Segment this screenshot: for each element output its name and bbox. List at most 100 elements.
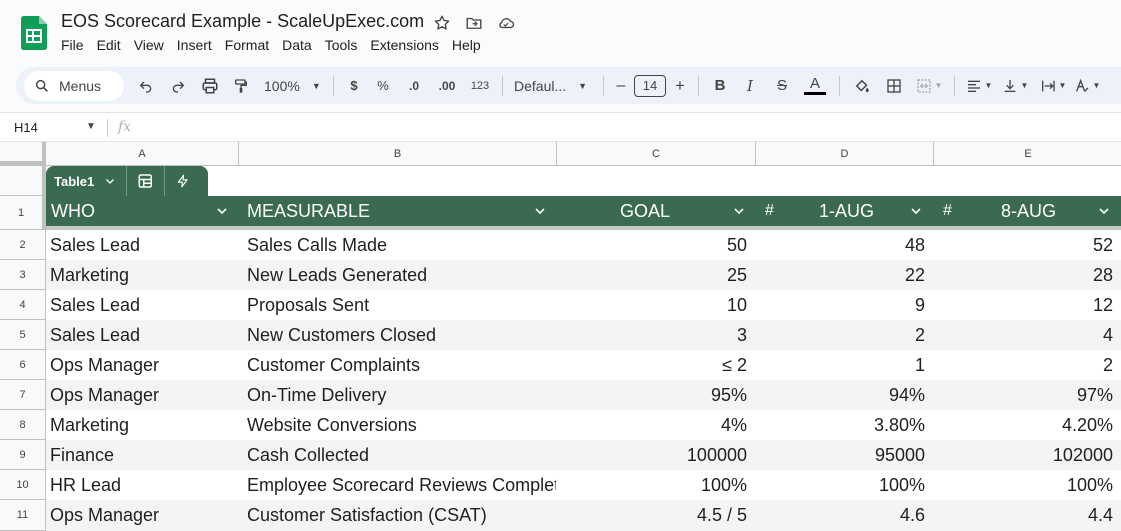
header-week2[interactable]: 8-AUG (1001, 196, 1056, 226)
star-icon[interactable] (432, 13, 452, 33)
table-name-tab[interactable]: Table1 (46, 166, 208, 196)
menu-edit[interactable]: Edit (97, 37, 128, 53)
cell-goal[interactable]: 50 (559, 230, 747, 260)
cell-week2[interactable]: 28 (936, 260, 1113, 290)
cell-goal[interactable]: 25 (559, 260, 747, 290)
cell-week2[interactable]: 2 (936, 350, 1113, 380)
chevron-down-icon[interactable] (532, 203, 548, 219)
menu-insert[interactable]: Insert (177, 37, 219, 53)
chevron-down-icon[interactable] (104, 175, 116, 187)
currency-format-button[interactable]: $ (341, 72, 367, 100)
column-header-a[interactable]: A (46, 142, 239, 165)
cell-week2[interactable]: 100% (936, 470, 1113, 500)
cell-goal[interactable]: 4% (559, 410, 747, 440)
document-title[interactable]: EOS Scorecard Example - ScaleUpExec.com (61, 11, 424, 32)
menu-view[interactable]: View (134, 37, 171, 53)
print-icon[interactable] (194, 72, 226, 100)
row-header-4[interactable]: 4 (0, 290, 46, 320)
cell-measurable[interactable]: Employee Scorecard Reviews Completed (247, 470, 556, 500)
increase-decimal-button[interactable]: .00 (429, 72, 465, 100)
cell-who[interactable]: Sales Lead (50, 230, 238, 260)
cell-week1[interactable]: 2 (758, 320, 925, 350)
undo-icon[interactable] (130, 72, 162, 100)
menu-file[interactable]: File (61, 37, 91, 53)
cell-goal[interactable]: 100% (559, 470, 747, 500)
merge-cells-icon[interactable]: ▼ (911, 72, 947, 100)
font-size-decrease-button[interactable]: – (611, 72, 631, 100)
cell-who[interactable]: Ops Manager (50, 500, 238, 530)
cell-measurable[interactable]: Website Conversions (247, 410, 556, 440)
paint-format-icon[interactable] (226, 72, 256, 100)
cell-week2[interactable]: 4 (936, 320, 1113, 350)
chevron-down-icon[interactable] (214, 203, 230, 219)
italic-button[interactable]: I (734, 72, 766, 100)
cell-measurable[interactable]: Customer Satisfaction (CSAT) (247, 500, 556, 530)
cell-who[interactable]: Marketing (50, 260, 238, 290)
cell-measurable[interactable]: New Leads Generated (247, 260, 556, 290)
select-all-corner[interactable] (0, 142, 46, 165)
cell-who[interactable]: Sales Lead (50, 290, 238, 320)
header-goal[interactable]: GOAL (620, 196, 670, 226)
row-header-7[interactable]: 7 (0, 380, 46, 410)
menu-extensions[interactable]: Extensions (370, 37, 445, 53)
horizontal-align-icon[interactable]: ▼ (962, 72, 996, 100)
font-size-increase-button[interactable]: + (669, 72, 691, 100)
menu-format[interactable]: Format (225, 37, 276, 53)
row-header-3[interactable]: 3 (0, 260, 46, 290)
number-format-button[interactable]: 123 (465, 72, 495, 100)
bold-button[interactable]: B (706, 72, 734, 100)
cell-who[interactable]: Sales Lead (50, 320, 238, 350)
strikethrough-button[interactable]: S (766, 72, 798, 100)
row-header-5[interactable]: 5 (0, 320, 46, 350)
redo-icon[interactable] (162, 72, 194, 100)
cell-week1[interactable]: 1 (758, 350, 925, 380)
cell-goal[interactable]: 95% (559, 380, 747, 410)
row-header-10[interactable]: 10 (0, 470, 46, 500)
cell-week2[interactable]: 97% (936, 380, 1113, 410)
cell-who[interactable]: Ops Manager (50, 380, 238, 410)
move-folder-icon[interactable] (464, 13, 484, 33)
fill-color-icon[interactable] (847, 72, 877, 100)
table-name[interactable]: Table1 (54, 174, 94, 189)
cell-week1[interactable]: 48 (758, 230, 925, 260)
name-box[interactable]: H14 (14, 120, 38, 135)
column-header-e[interactable]: E (934, 142, 1121, 165)
percent-format-button[interactable]: % (367, 72, 399, 100)
cell-week1[interactable]: 4.6 (758, 500, 925, 530)
cell-goal[interactable]: 3 (559, 320, 747, 350)
cell-week2[interactable]: 4.20% (936, 410, 1113, 440)
cell-goal[interactable]: 10 (559, 290, 747, 320)
zoom-select[interactable]: 100% ▼ (256, 72, 326, 100)
cell-goal[interactable]: 4.5 / 5 (559, 500, 747, 530)
cell-who[interactable]: Finance (50, 440, 238, 470)
table-view-icon[interactable] (137, 172, 155, 190)
cell-week1[interactable]: 95000 (758, 440, 925, 470)
cell-measurable[interactable]: New Customers Closed (247, 320, 556, 350)
chevron-down-icon[interactable] (1096, 203, 1112, 219)
cloud-status-icon[interactable] (496, 13, 516, 33)
lightning-icon[interactable] (176, 172, 190, 190)
row-header-9[interactable]: 9 (0, 440, 46, 470)
cell-measurable[interactable]: Proposals Sent (247, 290, 556, 320)
cell-week1[interactable]: 100% (758, 470, 925, 500)
cell-goal[interactable]: ≤ 2 (559, 350, 747, 380)
font-family-select[interactable]: Defaul... ▼ (510, 72, 596, 100)
borders-icon[interactable] (877, 72, 911, 100)
row-header-8[interactable]: 8 (0, 410, 46, 440)
sheets-logo-icon[interactable] (21, 16, 47, 50)
cell-measurable[interactable]: Sales Calls Made (247, 230, 556, 260)
cell-measurable[interactable]: Customer Complaints (247, 350, 556, 380)
cell-who[interactable]: Marketing (50, 410, 238, 440)
column-header-d[interactable]: D (756, 142, 934, 165)
cell-week1[interactable]: 3.80% (758, 410, 925, 440)
text-wrapping-icon[interactable]: ▼ (1034, 72, 1072, 100)
decrease-decimal-button[interactable]: .0 (399, 72, 429, 100)
cell-who[interactable]: Ops Manager (50, 350, 238, 380)
row-header-11[interactable]: 11 (0, 500, 46, 531)
chevron-down-icon[interactable]: ▼ (86, 121, 96, 132)
column-header-b[interactable]: B (239, 142, 557, 165)
cell-week1[interactable]: 9 (758, 290, 925, 320)
row-header-6[interactable]: 6 (0, 350, 46, 380)
cell-goal[interactable]: 100000 (559, 440, 747, 470)
cell-week2[interactable]: 52 (936, 230, 1113, 260)
